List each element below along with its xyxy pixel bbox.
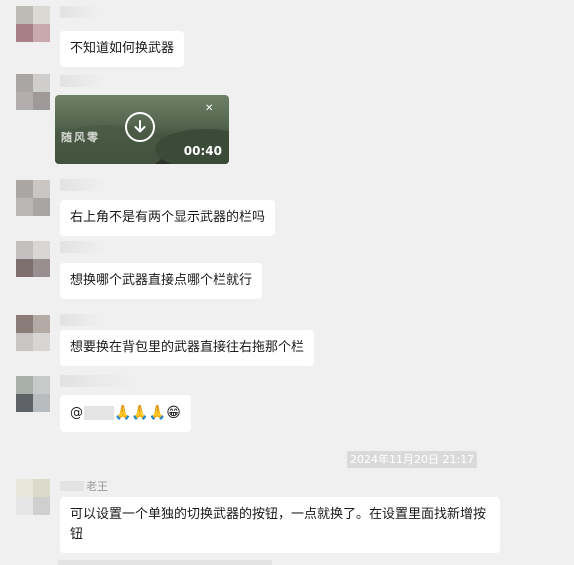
message-bubble[interactable]: 右上角不是有两个显示武器的栏吗: [60, 200, 276, 236]
message-bubble[interactable]: 想换哪个武器直接点哪个栏就行: [60, 263, 263, 299]
download-arrow-icon[interactable]: [125, 112, 155, 142]
mention-at: @: [70, 405, 83, 421]
avatar[interactable]: [16, 241, 50, 277]
sender-name-blurred: [60, 6, 100, 18]
sender-name: 老王: [60, 478, 108, 494]
mention-user-blurred[interactable]: [84, 406, 114, 420]
next-message-blurred: [58, 560, 272, 565]
sender-name-blurred: [60, 75, 106, 87]
video-message[interactable]: 随风零 ✕ 00:40: [55, 95, 229, 164]
avatar[interactable]: [16, 376, 50, 412]
message-bubble[interactable]: 不知道如何换武器: [60, 31, 185, 67]
sender-name-blurred: [60, 375, 136, 387]
message-bubble[interactable]: @ 🙏🙏🙏😁: [60, 395, 191, 432]
emoji-group: 🙏🙏🙏😁: [114, 405, 181, 421]
video-watermark: 随风零: [61, 131, 100, 144]
sender-name-blurred: [60, 179, 106, 191]
video-duration: 00:40: [183, 144, 222, 158]
message-bubble[interactable]: 想要换在背包里的武器直接往右拖那个栏: [60, 330, 315, 366]
timestamp: 2024年11月20日 21:17: [347, 451, 478, 468]
avatar[interactable]: [16, 479, 50, 515]
chat-window: 不知道如何换武器 随风零 ✕ 00:40 右上角不是有两个显示武器的栏吗 想换哪…: [0, 0, 574, 565]
avatar[interactable]: [16, 6, 50, 42]
avatar[interactable]: [16, 74, 50, 110]
sender-name-blurred: [60, 314, 106, 326]
close-x-icon: ✕: [205, 103, 214, 114]
avatar[interactable]: [16, 315, 50, 351]
message-bubble[interactable]: 可以设置一个单独的切换武器的按钮，一点就换了。在设置里面找新增按钮: [60, 497, 500, 553]
sender-name-blurred-part: [60, 481, 84, 491]
sender-name-blurred: [60, 241, 106, 253]
avatar[interactable]: [16, 180, 50, 216]
